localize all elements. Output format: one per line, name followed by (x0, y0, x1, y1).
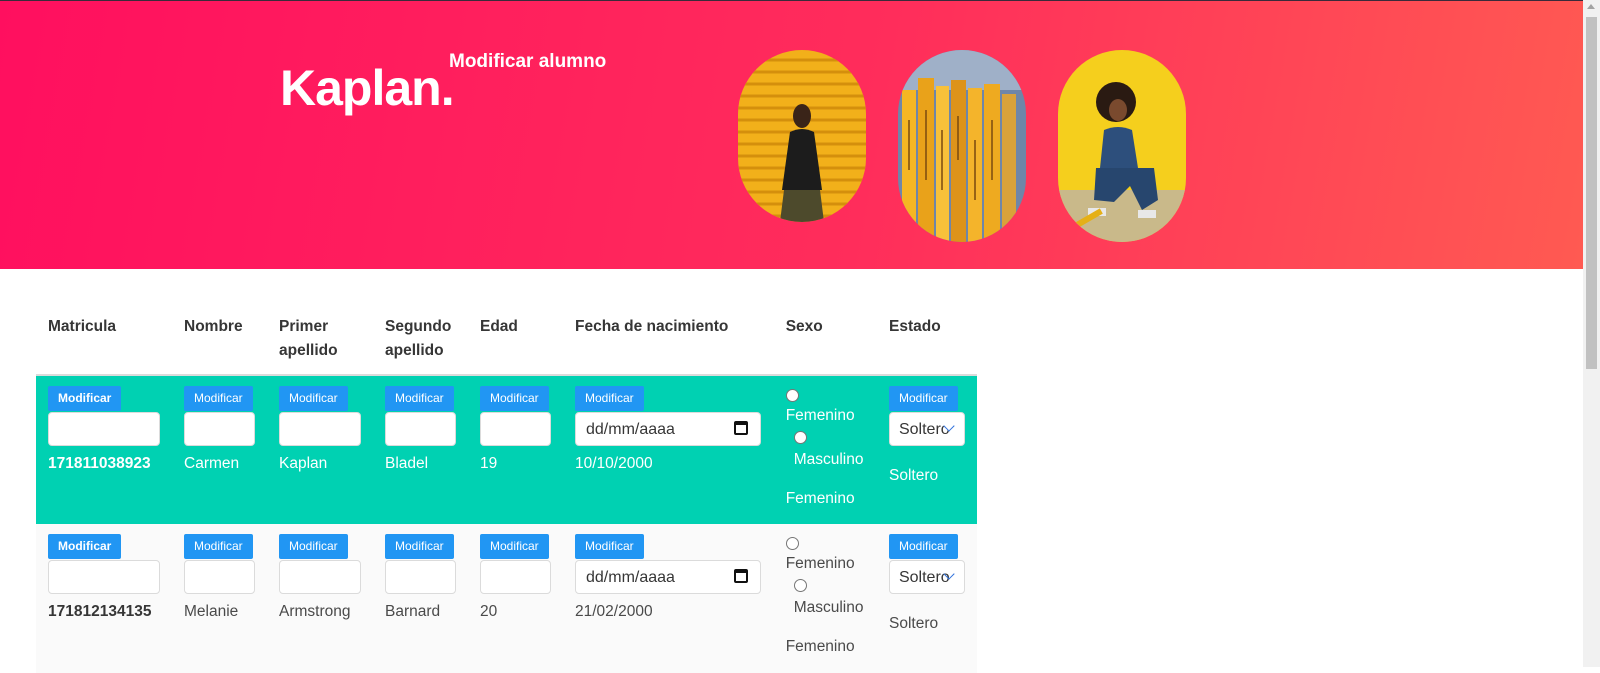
cell-matricula: Modificar 171812134135 (36, 524, 172, 673)
modify-matricula-button[interactable]: Modificar (48, 386, 122, 411)
fecha-date-input[interactable]: dd/mm/aaaa (575, 412, 761, 446)
matricula-value: 171811038923 (48, 455, 151, 472)
fecha-value: 10/10/2000 (575, 455, 653, 472)
cell-segundo-apellido: Modificar Bladel (373, 375, 468, 524)
female-label: Femenino (785, 407, 855, 424)
col-fecha-nacimiento: Fecha de nacimiento (563, 300, 774, 376)
calendar-icon[interactable] (734, 569, 748, 583)
modify-primer-apellido-button[interactable]: Modificar (279, 534, 348, 559)
nombre-input[interactable] (184, 560, 255, 594)
female-radio[interactable] (785, 537, 799, 551)
estado-select-value: Soltero (898, 569, 950, 586)
brand-title: Kaplan. (280, 60, 455, 116)
modify-edad-button[interactable]: Modificar (480, 534, 549, 559)
col-sexo: Sexo (773, 300, 877, 376)
modify-edad-button[interactable]: Modificar (480, 386, 549, 411)
segundo-apellido-value: Bladel (385, 455, 429, 472)
cell-segundo-apellido: Modificar Barnard (373, 524, 468, 673)
cell-matricula: Modificar 171811038923 (36, 375, 172, 524)
sexo-female-option (785, 386, 865, 406)
segundo-apellido-value: Barnard (385, 603, 441, 620)
cell-fecha-nacimiento: Modificar dd/mm/aaaa 21/02/2000 (563, 524, 774, 673)
col-estado: Estado (876, 300, 977, 376)
matricula-value: 171812134135 (48, 603, 152, 620)
students-table: Matricula Nombre Primer apellido Segundo… (36, 300, 977, 673)
matricula-input[interactable] (48, 560, 160, 594)
woman-crouching-photo (1058, 50, 1186, 242)
nombre-value: Melanie (184, 603, 239, 620)
cell-primer-apellido: Modificar Armstrong (267, 524, 373, 673)
cell-sexo: Femenino Masculino Femenino (773, 524, 877, 673)
estado-select[interactable]: Soltero (888, 412, 965, 446)
col-matricula: Matricula (36, 300, 172, 376)
cell-nombre: Modificar Carmen (172, 375, 267, 524)
primer-apellido-value: Armstrong (279, 603, 351, 620)
female-label: Femenino (785, 555, 855, 572)
modify-fecha-button[interactable]: Modificar (575, 534, 644, 559)
segundo-apellido-input[interactable] (385, 412, 456, 446)
date-placeholder: dd/mm/aaaa (586, 421, 675, 438)
woman-yellow-wall-photo (738, 50, 866, 222)
female-radio[interactable] (785, 389, 799, 403)
primer-apellido-input[interactable] (279, 412, 361, 446)
col-segundo-apellido: Segundo apellido (373, 300, 468, 376)
yellow-books-photo (898, 50, 1026, 242)
estado-value: Soltero (888, 615, 939, 632)
nombre-input[interactable] (184, 412, 255, 446)
modify-segundo-apellido-button[interactable]: Modificar (385, 386, 454, 411)
cell-fecha-nacimiento: Modificar dd/mm/aaaa 10/10/2000 (563, 375, 774, 524)
male-label: Masculino (793, 451, 864, 468)
estado-select[interactable]: Soltero (888, 560, 965, 594)
page-subtitle: Modificar alumno (449, 51, 607, 72)
table-row: Modificar 171811038923 Modificar Carmen … (36, 375, 977, 524)
estado-value: Soltero (888, 467, 939, 484)
edad-value: 19 (480, 455, 498, 472)
cell-primer-apellido: Modificar Kaplan (267, 375, 373, 524)
cell-sexo: Femenino Masculino Femenino (773, 375, 877, 524)
modify-nombre-button[interactable]: Modificar (184, 534, 253, 559)
modify-nombre-button[interactable]: Modificar (184, 386, 253, 411)
modify-estado-button[interactable]: Modificar (888, 386, 958, 411)
nombre-value: Carmen (184, 455, 240, 472)
edad-input[interactable] (480, 412, 551, 446)
segundo-apellido-input[interactable] (385, 560, 456, 594)
calendar-icon[interactable] (734, 421, 748, 435)
modify-fecha-button[interactable]: Modificar (575, 386, 644, 411)
edad-input[interactable] (480, 560, 551, 594)
vertical-scrollbar[interactable] (1583, 0, 1600, 667)
modify-matricula-button[interactable]: Modificar (48, 534, 122, 559)
sexo-value: Femenino (785, 638, 855, 655)
modify-segundo-apellido-button[interactable]: Modificar (385, 534, 454, 559)
hero-banner: Kaplan. Modificar alumno (0, 0, 1583, 269)
date-placeholder: dd/mm/aaaa (586, 569, 675, 586)
col-edad: Edad (468, 300, 563, 376)
sexo-value: Femenino (785, 490, 855, 507)
table-header-row: Matricula Nombre Primer apellido Segundo… (36, 300, 977, 376)
estado-select-value: Soltero (898, 421, 950, 438)
primer-apellido-value: Kaplan (279, 455, 328, 472)
table-row: Modificar 171812134135 Modificar Melanie… (36, 524, 977, 673)
cell-estado: Modificar Soltero Soltero (876, 524, 977, 673)
sexo-male-option (786, 576, 865, 596)
cell-edad: Modificar 19 (468, 375, 563, 524)
sexo-female-option (785, 534, 865, 554)
cell-edad: Modificar 20 (468, 524, 563, 673)
matricula-input[interactable] (48, 412, 160, 446)
cell-nombre: Modificar Melanie (172, 524, 267, 673)
fecha-value: 21/02/2000 (575, 603, 653, 620)
fecha-date-input[interactable]: dd/mm/aaaa (575, 560, 761, 594)
modify-primer-apellido-button[interactable]: Modificar (279, 386, 348, 411)
scroll-up-arrow-icon[interactable] (1587, 4, 1595, 9)
col-nombre: Nombre (172, 300, 267, 376)
scrollbar-thumb[interactable] (1586, 17, 1597, 369)
col-primer-apellido: Primer apellido (267, 300, 373, 376)
male-label: Masculino (793, 599, 864, 616)
male-radio[interactable] (793, 431, 807, 445)
edad-value: 20 (480, 603, 498, 620)
primer-apellido-input[interactable] (279, 560, 361, 594)
sexo-male-option (786, 428, 865, 448)
male-radio[interactable] (793, 579, 807, 593)
cell-estado: Modificar Soltero Soltero (876, 375, 977, 524)
modify-estado-button[interactable]: Modificar (888, 534, 958, 559)
